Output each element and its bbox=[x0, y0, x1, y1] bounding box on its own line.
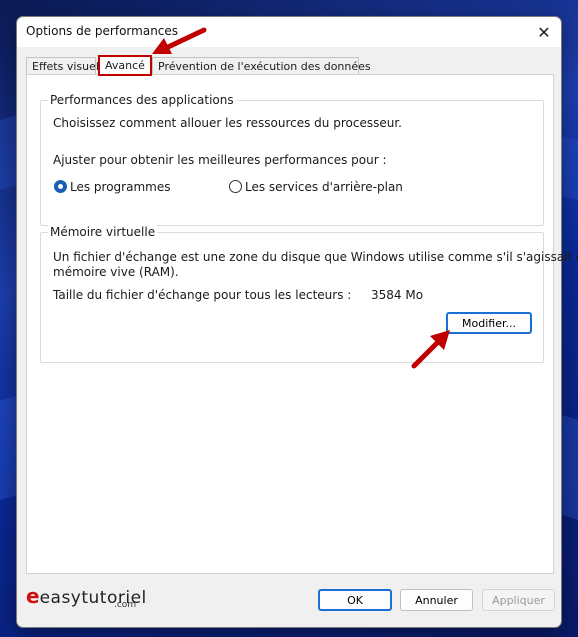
logo-mark-icon: e bbox=[26, 584, 40, 608]
tab-label: Effets visuels bbox=[32, 60, 105, 73]
perf-description: Choisissez comment allouer les ressource… bbox=[53, 116, 402, 130]
close-button[interactable]: ✕ bbox=[531, 19, 557, 45]
vm-description-line2: mémoire vive (RAM). bbox=[53, 265, 179, 279]
virtual-memory-group: Mémoire virtuelle Un fichier d'échange e… bbox=[40, 225, 578, 363]
advanced-tab-panel: Performances des applications Choisissez… bbox=[26, 74, 578, 574]
radio-programs-label[interactable]: Les programmes bbox=[70, 180, 170, 194]
window-title: Options de performances bbox=[26, 24, 179, 38]
tab-advanced[interactable]: Avancé bbox=[98, 55, 152, 76]
close-icon: ✕ bbox=[537, 22, 551, 42]
modify-button[interactable]: Modifier... bbox=[446, 312, 532, 334]
radio-background-services[interactable] bbox=[229, 180, 242, 193]
radio-programs[interactable] bbox=[54, 180, 67, 193]
group-title: Mémoire virtuelle bbox=[48, 225, 158, 239]
group-title: Performances des applications bbox=[48, 93, 236, 107]
easytutoriel-logo: eeasytutoriel .com bbox=[26, 584, 147, 610]
paging-size-value: 3584 Mo bbox=[371, 288, 424, 302]
ok-button[interactable]: OK bbox=[318, 589, 392, 611]
adjust-label: Ajuster pour obtenir les meilleures perf… bbox=[53, 153, 387, 167]
title-bar: Options de performances ✕ bbox=[17, 17, 561, 47]
performance-options-dialog: Options de performances ✕ Effets visuels… bbox=[16, 16, 578, 628]
apply-button: Appliquer bbox=[482, 589, 555, 611]
radio-background-services-label[interactable]: Les services d'arrière-plan bbox=[245, 180, 403, 194]
tab-data-execution-prevention[interactable]: Prévention de l'exécution des données bbox=[152, 57, 371, 75]
tab-visual-effects[interactable]: Effets visuels bbox=[26, 57, 105, 75]
tab-label: Prévention de l'exécution des données bbox=[158, 60, 371, 73]
vm-description-line1: Un fichier d'échange est une zone du dis… bbox=[53, 250, 578, 264]
cancel-button[interactable]: Annuler bbox=[400, 589, 473, 611]
logo-suffix: .com bbox=[114, 600, 137, 610]
tab-label: Avancé bbox=[105, 59, 145, 72]
app-performance-group: Performances des applications Choisissez… bbox=[40, 93, 544, 226]
paging-size-label: Taille du fichier d'échange pour tous le… bbox=[53, 288, 352, 302]
